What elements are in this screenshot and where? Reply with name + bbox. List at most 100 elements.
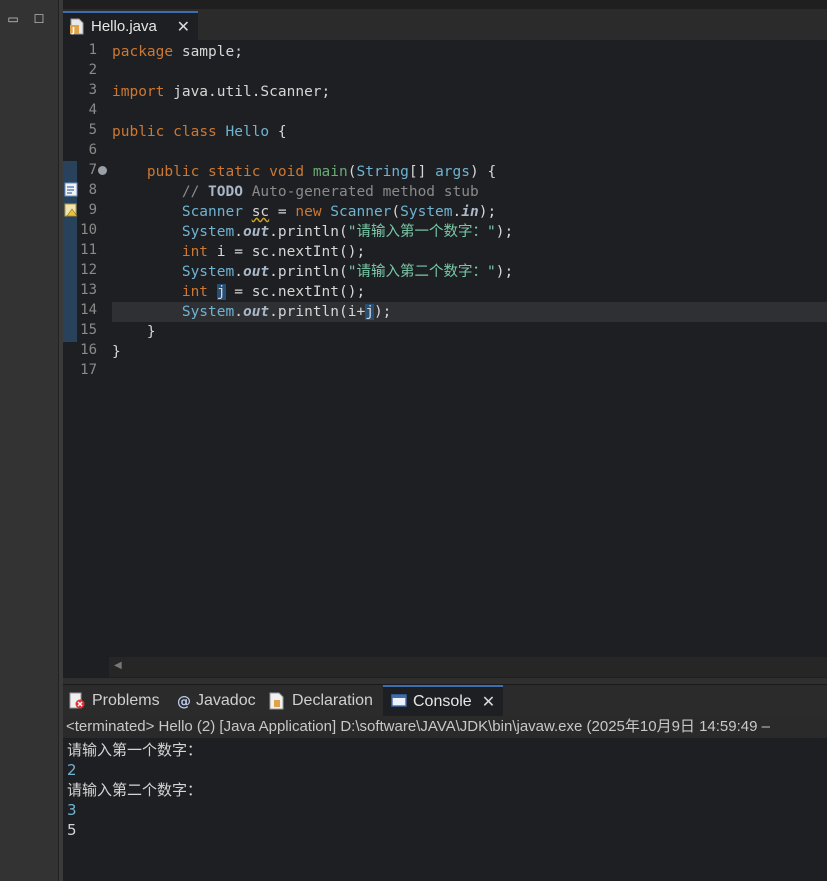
keyword: new (295, 204, 322, 220)
code-line: public static void main(String[] args) { (112, 162, 827, 182)
tab-label: Problems (92, 692, 160, 709)
javadoc-icon: @ (176, 692, 191, 710)
problems-icon (68, 692, 86, 710)
code-text: java.util.Scanner; (164, 84, 331, 100)
console-output[interactable]: 请输入第一个数字： 2 请输入第二个数字： 3 5 (63, 738, 827, 881)
tab-javadoc[interactable]: @ Javadoc (176, 685, 256, 717)
scroll-left-icon[interactable]: ◀ (114, 660, 122, 671)
maximize-icon[interactable]: ☐ (32, 12, 46, 26)
code-text: . (452, 204, 462, 220)
code-text: .println( (269, 264, 348, 280)
highlighted-variable: j (365, 304, 374, 320)
declaration-icon (268, 692, 286, 710)
tab-label: Declaration (292, 692, 373, 709)
code-line: public class Hello { (112, 122, 827, 142)
tab-label: Console (413, 693, 472, 710)
console-line: 5 (67, 821, 77, 839)
line-number: 12 (80, 262, 97, 278)
code-line: package sample; (112, 42, 827, 62)
keyword: import (112, 84, 165, 100)
close-icon[interactable]: ✕ (482, 692, 495, 712)
code-text: . (234, 224, 243, 240)
keyword: int (181, 244, 209, 260)
line-number: 6 (88, 142, 97, 158)
code-line: // TODO Auto-generated method stub (112, 182, 827, 202)
static-field: in (461, 204, 479, 220)
view-tab-bar: Problems @ Javadoc Declaration Console ✕ (63, 684, 827, 717)
fold-collapse-icon[interactable] (98, 166, 107, 175)
line-number: 17 (80, 362, 97, 378)
line-number: 13 (80, 282, 97, 298)
tab-problems[interactable]: Problems (68, 685, 160, 717)
comment: Auto-generated method stub (242, 184, 479, 200)
toolbar-remnant (63, 0, 827, 9)
line-number: 8 (88, 182, 97, 198)
class-name: Scanner (330, 204, 392, 220)
code-text: } (146, 324, 156, 340)
line-number: 5 (88, 122, 97, 138)
highlighted-variable: j (216, 284, 226, 300)
class-name: String (356, 164, 409, 180)
code-text: } (112, 344, 121, 360)
tab-label: Javadoc (196, 692, 256, 709)
code-editor[interactable]: 1 2 3 4 5 6 7 8 9 10 11 12 13 14 15 16 1… (63, 40, 827, 678)
code-line: } (112, 322, 827, 342)
code-text: sample; (173, 44, 243, 60)
line-number: 10 (80, 222, 97, 238)
keyword: public (112, 124, 165, 140)
code-text: .println( (269, 224, 348, 240)
code-text: .println(i+ (269, 304, 366, 320)
keyword: void (269, 164, 305, 180)
tab-label: Hello.java (91, 18, 157, 35)
tab-declaration[interactable]: Declaration (268, 685, 373, 717)
static-field: out (242, 224, 270, 240)
line-number: 7 (88, 162, 97, 178)
current-line: System.out.println(i+j); (112, 302, 827, 322)
tab-console[interactable]: Console ✕ (383, 685, 504, 717)
console-line: 请输入第一个数字： (67, 741, 203, 759)
comment: // (181, 184, 209, 200)
left-collapsed-panel: ▭ ☐ (0, 0, 59, 881)
line-number: 1 (88, 42, 97, 58)
console-status-header: <terminated> Hello (2) [Java Application… (63, 716, 827, 738)
minimize-icon[interactable]: ▭ (6, 12, 20, 26)
line-number: 14 (80, 302, 97, 318)
code-line: int i = sc.nextInt(); (112, 242, 827, 262)
class-name: System (181, 264, 235, 280)
console-line: 2 (67, 761, 77, 779)
code-text: ) { (470, 164, 497, 180)
keyword: static (208, 164, 261, 180)
code-text: = (269, 204, 296, 220)
code-text: ); (478, 204, 497, 220)
class-name: System (181, 304, 235, 320)
tab-hello-java[interactable]: J Hello.java ✕ (63, 11, 198, 40)
string-literal: "请输入第二个数字：" (347, 264, 496, 280)
code-text: ); (495, 224, 514, 240)
variable-with-warning: sc (251, 204, 270, 220)
svg-text:@: @ (177, 694, 190, 710)
close-icon[interactable]: ✕ (177, 17, 190, 37)
class-name: Scanner (181, 204, 243, 220)
todo-tag: TODO (208, 184, 243, 200)
static-field: out (242, 304, 270, 320)
string-literal: "请输入第一个数字：" (347, 224, 496, 240)
line-number: 2 (88, 62, 97, 78)
keyword: package (112, 44, 174, 60)
console-line: 3 (67, 801, 77, 819)
static-field: out (242, 264, 270, 280)
code-line: System.out.println("请输入第二个数字："); (112, 262, 827, 282)
keyword: public (146, 164, 200, 180)
java-file-icon: J (69, 18, 85, 35)
class-name: System (400, 204, 453, 220)
code-text: . (234, 264, 243, 280)
console-icon (391, 693, 407, 711)
line-number: 9 (88, 202, 97, 218)
horizontal-scrollbar[interactable]: ◀ (109, 657, 827, 677)
code-text: { (269, 124, 287, 140)
svg-text:J: J (71, 26, 75, 35)
line-number: 11 (80, 242, 97, 258)
code-text: = sc.nextInt(); (225, 284, 366, 300)
keyword: int (181, 284, 209, 300)
line-number: 3 (88, 82, 97, 98)
code-text: ); (495, 264, 514, 280)
